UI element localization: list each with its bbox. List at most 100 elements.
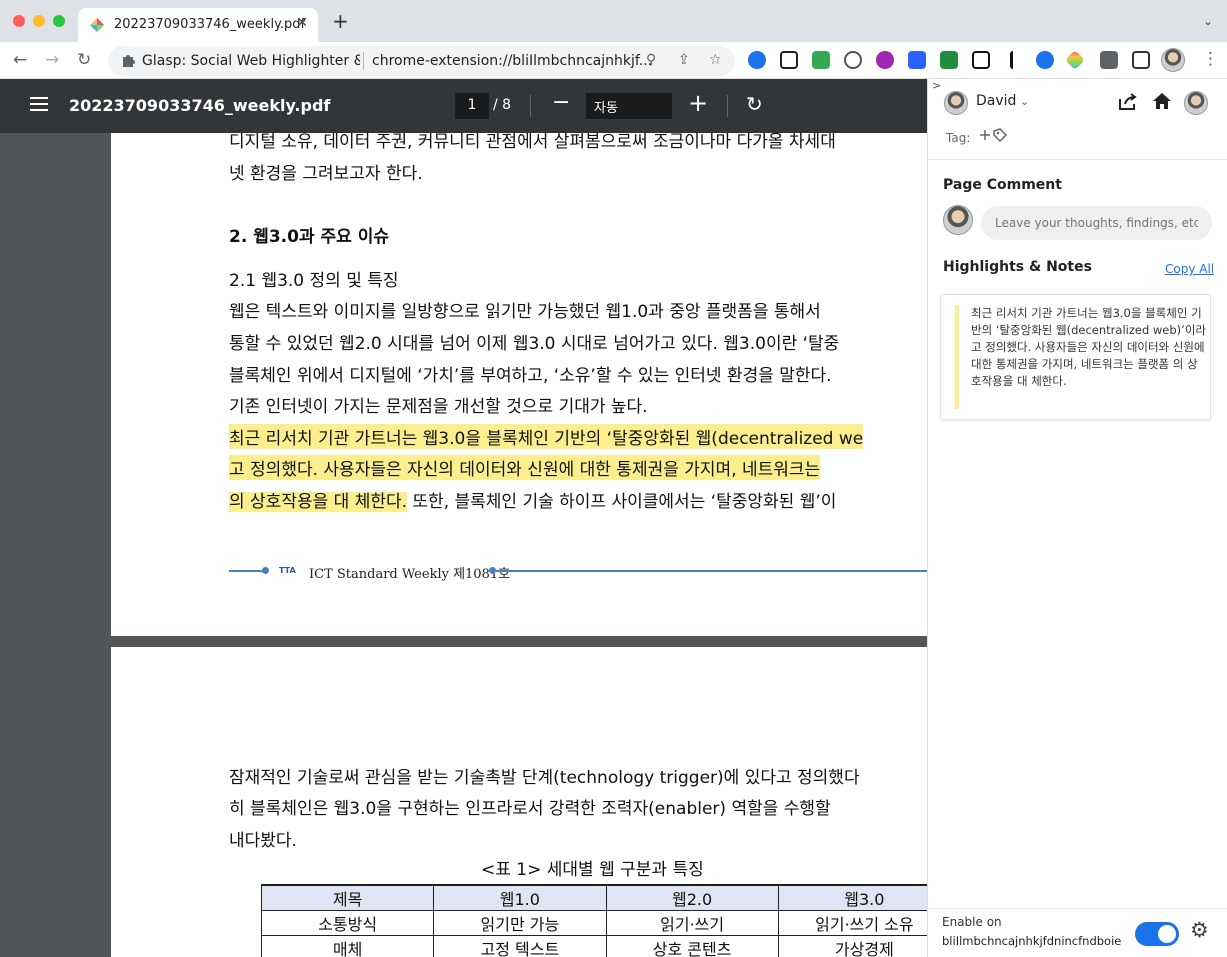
glasp-favicon-icon — [90, 18, 104, 32]
extension-blue-icon[interactable] — [748, 51, 766, 69]
home-icon[interactable] — [1152, 92, 1172, 110]
side-panel-icon[interactable] — [1132, 51, 1150, 69]
highlights-title: Highlights & Notes — [943, 259, 1092, 275]
back-arrow-icon[interactable]: ← — [13, 50, 27, 70]
minimize-window-button[interactable] — [33, 15, 45, 27]
menu-icon[interactable] — [30, 97, 48, 111]
extension-chart-icon[interactable] — [908, 51, 926, 69]
address-bar[interactable]: Glasp: Social Web Highlighter & N chrome… — [108, 46, 735, 76]
section-heading: 2. 웹3.0과 주요 이슈 — [229, 227, 389, 247]
bookmark-star-icon[interactable]: ☆ — [709, 52, 722, 68]
comment-input[interactable] — [981, 206, 1212, 240]
table-row: 소통방식 읽기만 가능 읽기·쓰기 읽기·쓰기 소유 — [260, 910, 927, 936]
zoom-select[interactable]: 자동 — [586, 93, 672, 119]
zoom-window-button[interactable] — [53, 15, 65, 27]
extension-green-icon[interactable] — [812, 51, 830, 69]
body-line: 넷 환경을 그려보고자 한다. — [229, 164, 423, 184]
add-tag-icon[interactable] — [980, 127, 1008, 145]
browser-menu-icon[interactable]: ⋮ — [1202, 49, 1219, 69]
user-avatar[interactable] — [944, 91, 968, 115]
web-generation-table: 제목 웹1.0 웹2.0 웹3.0 소통방식 읽기만 가능 읽기·쓰기 읽기·쓰… — [260, 884, 927, 957]
tab-title: 20223709033746_weekly.pdf — [114, 17, 306, 32]
table-caption: <표 1> 세대별 웹 구분과 특징 — [481, 860, 704, 880]
notion-icon[interactable] — [780, 51, 798, 69]
table-cell: 고정 텍스트 — [433, 935, 607, 957]
page-comment-title: Page Comment — [943, 177, 1062, 193]
gear-icon[interactable]: ⚙ — [1190, 918, 1209, 942]
page-total: / 8 — [493, 97, 512, 113]
table-cell: 웹2.0 — [605, 884, 779, 911]
body-line-tail: 또한, 블록체인 기술 하이프 사이클에서는 ‘탈중앙화된 웹’이 — [407, 492, 837, 512]
page-number-input[interactable]: 1 — [455, 93, 489, 119]
table-row: 매체 고정 텍스트 상호 콘텐츠 가상경제 — [260, 935, 927, 957]
tab-pdf[interactable]: 20223709033746_weekly.pdf ✕ — [78, 8, 318, 42]
highlighted-line[interactable]: 의 상호작용을 대 체한다. — [229, 492, 408, 512]
extension-i-icon[interactable] — [1010, 51, 1016, 69]
tab-close-icon[interactable]: ✕ — [296, 15, 308, 31]
highlighted-line[interactable]: 최근 리서치 기관 가트너는 웹3.0을 블록체인 기반의 ‘탈중앙화된 웹(d… — [229, 424, 864, 449]
copy-all-link[interactable]: Copy All — [1165, 262, 1214, 276]
enable-extension-id: bliIlmbchncajnhkjfdnincfndboie — [942, 934, 1122, 948]
subsection-heading: 2.1 웹3.0 정의 및 특징 — [229, 271, 399, 291]
body-line: 디지털 소유, 데이터 주권, 커뮤니티 관점에서 살펴봄으로써 조금이나마 다… — [229, 133, 836, 152]
extensions-puzzle-icon[interactable] — [1100, 51, 1118, 69]
body-line: 블록체인 위에서 디지털에 ‘가치’를 부여하고, ‘소유’할 수 있는 인터넷… — [229, 366, 832, 386]
enable-toggle[interactable] — [1135, 922, 1179, 946]
body-line: 잠재적인 기술로써 관심을 받는 기술촉발 단계(technology trig… — [229, 768, 860, 788]
extension-r-icon[interactable] — [972, 51, 990, 69]
close-window-button[interactable] — [13, 15, 25, 27]
table-cell: 웹1.0 — [433, 884, 607, 911]
table-header-row: 제목 웹1.0 웹2.0 웹3.0 — [260, 884, 927, 911]
user-name[interactable]: David — [976, 93, 1016, 109]
reload-icon[interactable]: ↻ — [77, 50, 91, 70]
body-line: 기존 인터넷이 가지는 문제점을 개선할 것으로 기대가 높다. — [229, 397, 648, 417]
tta-logo: TTA — [279, 566, 296, 575]
pdf-page-2: 잠재적인 기술로써 관심을 받는 기술촉발 단계(technology trig… — [111, 647, 927, 957]
table-cell: 읽기·쓰기 소유 — [777, 910, 927, 936]
profile-avatar[interactable] — [1184, 91, 1208, 115]
footer-text: ICT Standard Weekly 제1081호 — [309, 567, 511, 582]
table-cell: 웹3.0 — [777, 884, 927, 911]
profile-avatar[interactable] — [1161, 48, 1185, 72]
body-line: 히 블록체인은 웹3.0을 구현하는 인프라로서 강력한 조력자(enabler… — [229, 799, 831, 819]
footer-rule — [496, 570, 927, 572]
browser-toolbar: ← → ↻ Glasp: Social Web Highlighter & N … — [0, 42, 1227, 79]
highlight-text: 최근 리서치 기관 가트너는 웹3.0을 블록체인 기반의 ‘탈중앙화된 웹(d… — [971, 306, 1206, 388]
table-cell: 상호 콘텐츠 — [605, 935, 779, 957]
pdf-page-1: 디지털 소유, 데이터 주권, 커뮤니티 관점에서 살펴봄으로써 조금이나마 다… — [111, 133, 927, 636]
highlight-card[interactable]: 최근 리서치 기관 가트너는 웹3.0을 블록체인 기반의 ‘탈중앙화된 웹(d… — [940, 294, 1211, 420]
collapse-chevron-icon[interactable]: > — [932, 79, 941, 92]
highlight-color-bar — [955, 305, 959, 409]
table-cell: 가상경제 — [777, 935, 927, 957]
share-icon[interactable]: ⇪ — [678, 52, 690, 68]
extension-purple-icon[interactable] — [876, 51, 894, 69]
highlighted-line[interactable]: 고 정의했다. 사용자들은 자신의 데이터와 신원에 대한 통제권을 가지며, … — [229, 455, 821, 480]
zoom-out-button[interactable]: − — [552, 90, 570, 115]
divider — [928, 159, 1227, 160]
glasp-sidebar: > David ⌄ Tag: Page Comment Highlights &… — [927, 79, 1227, 957]
forward-arrow-icon[interactable]: → — [45, 50, 59, 70]
extension-globe-icon[interactable] — [1036, 51, 1054, 69]
glasp-extension-icon[interactable] — [1065, 50, 1085, 70]
pdf-toolbar: 20223709033746_weekly.pdf 1 / 8 − 자동 + ↻ — [0, 79, 927, 133]
check-icon[interactable] — [940, 51, 958, 69]
footer-rule — [229, 570, 264, 572]
toggle-knob — [1158, 925, 1176, 943]
search-icon[interactable]: ⚲ — [646, 52, 656, 68]
body-line: 내다봤다. — [229, 831, 297, 851]
rotate-icon[interactable]: ↻ — [746, 92, 763, 116]
tab-search-chevron-icon[interactable]: ⌄ — [1203, 14, 1213, 28]
share-icon[interactable] — [1118, 93, 1138, 111]
omnibox-divider — [363, 52, 364, 70]
url-text[interactable]: chrome-extension://bliIlmbchncajnhkjf... — [372, 53, 652, 69]
divider — [928, 908, 1227, 909]
zoom-in-button[interactable]: + — [688, 89, 708, 117]
footer-dot — [262, 567, 269, 574]
new-tab-button[interactable]: + — [332, 11, 349, 31]
tag-label: Tag: — [946, 131, 971, 145]
chevron-down-icon[interactable]: ⌄ — [1020, 95, 1029, 108]
extension-name: Glasp: Social Web Highlighter & N — [142, 53, 360, 69]
cloud-icon[interactable] — [844, 51, 862, 69]
body-line: 웹은 텍스트와 이미지를 일방향으로 읽기만 가능했던 웹1.0과 중앙 플랫폼… — [229, 302, 821, 322]
table-cell: 소통방식 — [260, 910, 435, 936]
